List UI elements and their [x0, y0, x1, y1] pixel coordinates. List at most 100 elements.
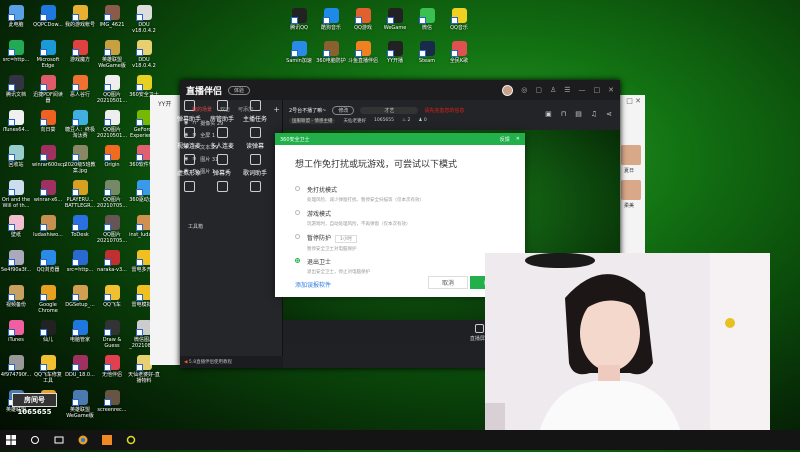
desktop-icon[interactable]: 斗鱼直播伴侣 — [347, 41, 379, 64]
desktop-icon[interactable]: src=http... — [64, 250, 96, 273]
feedback-link[interactable]: 反馈 — [500, 136, 510, 143]
calendar-icon[interactable]: ▤ — [575, 110, 582, 118]
desktop-icon[interactable]: IMG_4621 — [96, 5, 128, 28]
desktop-icon[interactable]: DGSetup_... — [64, 285, 96, 308]
message-icon[interactable]: ▢ — [535, 86, 542, 94]
desktop-icon[interactable]: 全民K歌 — [443, 41, 475, 64]
avatar[interactable] — [621, 145, 641, 165]
live-companion-icon[interactable] — [102, 435, 112, 445]
desktop-icon[interactable]: QQPCDow... — [32, 5, 64, 28]
desktop-icon[interactable]: screenrec... — [96, 390, 128, 413]
desktop-icon[interactable]: 4f974790f... — [0, 355, 32, 378]
desktop-icon[interactable]: QQ浏览器 — [32, 250, 64, 273]
category-select[interactable]: 才艺 — [360, 107, 419, 114]
toolbox-item[interactable]: 虚拟形象 — [174, 154, 204, 177]
desktop-icon[interactable]: 恶人谷行 — [64, 75, 96, 98]
desktop-icon[interactable]: YY开播 — [379, 41, 411, 64]
radio-button[interactable] — [295, 258, 300, 263]
desktop-icon[interactable]: 壁纸 — [0, 215, 32, 238]
desktop-icon[interactable]: 此电脑 — [0, 5, 32, 28]
desktop-icon[interactable]: 仙儿 — [32, 320, 64, 343]
radio-button[interactable] — [295, 234, 300, 239]
desktop-icon[interactable]: 视频备份 — [0, 285, 32, 308]
version-badge[interactable]: 体验 — [228, 85, 251, 95]
toolbox-item[interactable] — [207, 181, 237, 195]
desktop-icon[interactable]: QQ游戏 — [347, 8, 379, 31]
desktop-icon[interactable]: 游戏魔方 — [64, 40, 96, 63]
desktop-icon[interactable]: 迅捷PDF阅读器 — [32, 75, 64, 104]
desktop-icon[interactable]: 360电脑防护 — [315, 41, 347, 64]
desktop-icon[interactable]: QQ飞车 — [96, 285, 128, 308]
tab-my-scenes[interactable]: 我的场景 — [192, 106, 212, 113]
maximize-icon[interactable]: □ — [594, 86, 601, 94]
desktop-icon[interactable]: Microsoft Edge — [32, 40, 64, 69]
task-view-icon[interactable] — [54, 435, 64, 445]
desktop-icon[interactable]: 电脑管家 — [64, 320, 96, 343]
toolbox-item[interactable]: 歌词助手 — [240, 154, 270, 177]
avatar[interactable] — [621, 180, 641, 200]
desktop-icon[interactable]: naraka-v3... — [96, 250, 128, 273]
windows-start-icon[interactable] — [6, 435, 16, 445]
desktop-icon[interactable]: WeGame — [379, 8, 411, 31]
desktop-icon[interactable]: QQ图片20210705... — [96, 215, 128, 244]
toolbox-item[interactable]: 多人连麦 — [207, 127, 237, 150]
desktop-icon[interactable]: 向日葵 — [32, 110, 64, 133]
desktop-icon[interactable]: 腾讯QQ — [283, 8, 315, 31]
desktop-icon[interactable]: DDU v18.0.4.2 — [128, 40, 160, 69]
desktop-icon[interactable]: 无他伴侣 — [96, 355, 128, 378]
desktop-icon[interactable]: ludashiwo... — [32, 215, 64, 238]
toolbox-item[interactable] — [240, 181, 270, 195]
desktop-icon[interactable]: QQ图片20210705... — [96, 180, 128, 209]
chrome-icon[interactable] — [78, 435, 88, 445]
desktop-icon[interactable]: 英雄联盟 WeGame版 — [64, 390, 96, 419]
close-icon[interactable]: ✕ — [516, 136, 520, 143]
search-icon[interactable] — [30, 435, 40, 445]
desktop-icon[interactable]: QQ图片20210501... — [96, 75, 128, 104]
share-icon[interactable]: ⋖ — [606, 110, 612, 118]
desktop-icon[interactable]: iTunes — [0, 320, 32, 343]
desktop-icon[interactable]: PLAYERU... BATTLEGR... — [64, 180, 96, 209]
bell-icon[interactable]: ♫ — [591, 110, 597, 118]
desktop-icon[interactable]: DDU_18.0... — [64, 355, 96, 378]
desktop-icon[interactable]: 微信 — [411, 8, 443, 31]
desktop-icon[interactable]: QQ飞车修复工具 — [32, 355, 64, 384]
add-scene-button[interactable]: + — [273, 105, 280, 114]
mode-option[interactable]: 暂停防护 1小时 暂停安全卫士对电脑保护 — [295, 233, 357, 252]
yy-icon[interactable] — [126, 435, 136, 445]
desktop-icon[interactable]: 我的游戏帐号 — [64, 5, 96, 28]
user-avatar[interactable] — [502, 84, 514, 96]
close-icon[interactable]: □ ✕ — [626, 97, 641, 105]
desktop-icon[interactable]: winrar-x6... — [32, 180, 64, 203]
tab-addable[interactable]: 可添加 — [238, 106, 253, 113]
close-icon[interactable]: ✕ — [608, 86, 614, 94]
desktop-icon[interactable]: Ori and the Will of th... — [0, 180, 32, 209]
shirt-icon[interactable]: ♙ — [550, 86, 556, 94]
notice-bar[interactable]: ◀ 5.8直播伴侣使用教程 — [180, 356, 283, 368]
toolbox-item[interactable]: 读弹幕 — [240, 127, 270, 150]
desktop-icon[interactable]: 5e4f90a3f... — [0, 250, 32, 273]
desktop-icon[interactable]: Draw & Guess — [96, 320, 128, 349]
duration-select[interactable]: 1小时 — [335, 235, 357, 243]
desktop-icon[interactable]: QQ图片20210501... — [96, 110, 128, 139]
cancel-button[interactable]: 取消 — [428, 276, 468, 289]
desktop-icon[interactable]: Steam — [411, 41, 443, 64]
feedback-icon[interactable]: ◎ — [521, 86, 527, 94]
desktop-icon[interactable]: iTunes64... — [0, 110, 32, 133]
toolbox-item[interactable] — [174, 181, 204, 195]
minimize-icon[interactable]: — — [579, 86, 586, 94]
lock-icon[interactable]: ⊓ — [561, 110, 566, 118]
desktop-icon[interactable]: src=http... — [0, 40, 32, 63]
desktop-icon[interactable]: Google Chrome — [32, 285, 64, 314]
desktop-icon[interactable]: 英雄联盟 WeGame版 — [96, 40, 128, 69]
toolbox-item[interactable]: 弹幕秀 — [207, 154, 237, 177]
radio-button[interactable] — [295, 210, 300, 215]
desktop-icon[interactable]: 2020级5班教案.jpg — [64, 145, 96, 174]
desktop-icon[interactable]: 腾讯文档 — [0, 75, 32, 98]
desktop-icon[interactable]: DDU v18.0.4.2 — [128, 5, 160, 34]
desktop-icon[interactable]: QQ音乐 — [443, 8, 475, 31]
desktop-icon[interactable]: 回收站 — [0, 145, 32, 168]
tab-double[interactable]: 双击 — [220, 106, 230, 113]
desktop-icon[interactable]: Samin加速 — [283, 41, 315, 64]
add-false-positive-link[interactable]: 添加误报软件 — [295, 280, 331, 289]
desktop-icon[interactable]: 糖豆人：终极淘汰赛 — [64, 110, 96, 139]
